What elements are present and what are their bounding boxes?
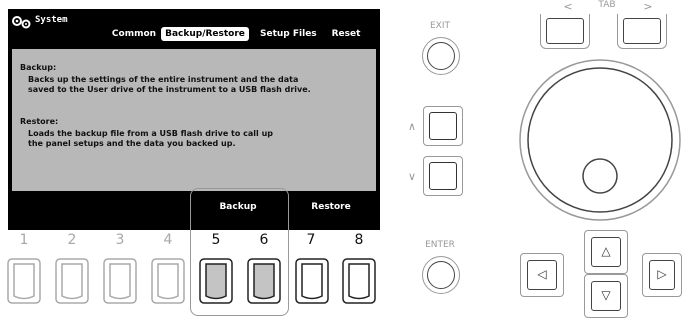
tab-backup-restore[interactable]: Backup/Restore (161, 27, 249, 41)
button-1[interactable] (7, 258, 41, 304)
down-button-cap (429, 162, 457, 190)
cursor-right-button[interactable]: ▷ (642, 253, 682, 297)
screen-header: System Common Backup/Restore Setup Files… (8, 9, 380, 49)
exit-button[interactable] (422, 37, 460, 75)
restore-text-line2: the panel setups and the data you backed… (28, 139, 236, 148)
softkey-restore-label[interactable]: Restore (290, 202, 372, 212)
button-number-4: 4 (163, 232, 173, 248)
button-8[interactable] (342, 258, 376, 304)
exit-button-cap (427, 42, 455, 70)
down-label: ∨ (407, 170, 417, 183)
tab-common[interactable]: Common (110, 27, 158, 41)
tab-left-button-cap (546, 18, 584, 44)
content-area: Backup: Backs up the settings of the ent… (12, 49, 376, 191)
tab-left-button[interactable] (540, 14, 590, 49)
cursor-up-cap: △ (591, 237, 621, 267)
cursor-right-cap: ▷ (649, 260, 675, 290)
cursor-down-cap: ▽ (591, 281, 621, 311)
down-button[interactable] (423, 156, 463, 196)
up-label: ∧ (407, 120, 417, 133)
enter-button[interactable] (422, 256, 460, 294)
button-3[interactable] (103, 258, 137, 304)
button-7[interactable] (295, 258, 329, 304)
tab-right-label: > (643, 0, 653, 13)
button-number-7: 7 (306, 232, 316, 248)
button-2[interactable] (55, 258, 89, 304)
button-4[interactable] (151, 258, 185, 304)
tab-left-label: < (563, 0, 573, 13)
triangle-right-icon: ▷ (657, 267, 667, 281)
up-button[interactable] (423, 106, 463, 146)
button-number-8: 8 (354, 232, 364, 248)
tab-right-button[interactable] (617, 14, 667, 49)
triangle-down-icon: ▽ (601, 288, 611, 302)
restore-heading: Restore: (20, 117, 59, 126)
gear-icon (12, 16, 31, 29)
enter-label: ENTER (425, 240, 455, 250)
backup-heading: Backup: (20, 63, 57, 72)
button-5[interactable] (199, 258, 233, 304)
up-button-cap (429, 112, 457, 140)
tab-setup-files[interactable]: Setup Files (260, 27, 317, 41)
exit-label: EXIT (429, 21, 450, 31)
cursor-left-cap: ◁ (527, 260, 557, 290)
button-number-5: 5 (211, 232, 221, 248)
cursor-down-button[interactable]: ▽ (584, 274, 628, 318)
button-number-1: 1 (19, 232, 29, 248)
button-number-2: 2 (67, 232, 77, 248)
data-dial[interactable] (518, 58, 682, 222)
tab-reset[interactable]: Reset (329, 27, 363, 41)
backup-text-line2: saved to the User drive of the instrumen… (28, 85, 311, 94)
button-number-3: 3 (115, 232, 125, 248)
triangle-up-icon: △ (601, 244, 611, 258)
backup-text-line1: Backs up the settings of the entire inst… (28, 75, 299, 84)
tab-label: TAB (598, 0, 616, 10)
button-6[interactable] (247, 258, 281, 304)
cursor-up-button[interactable]: △ (584, 230, 628, 274)
enter-button-cap (427, 261, 455, 289)
cursor-left-button[interactable]: ◁ (520, 253, 564, 297)
button-number-6: 6 (259, 232, 269, 248)
tab-right-button-cap (623, 18, 661, 44)
page-title: System (35, 15, 68, 25)
restore-text-line1: Loads the backup file from a USB flash d… (28, 129, 273, 138)
triangle-left-icon: ◁ (537, 267, 547, 281)
